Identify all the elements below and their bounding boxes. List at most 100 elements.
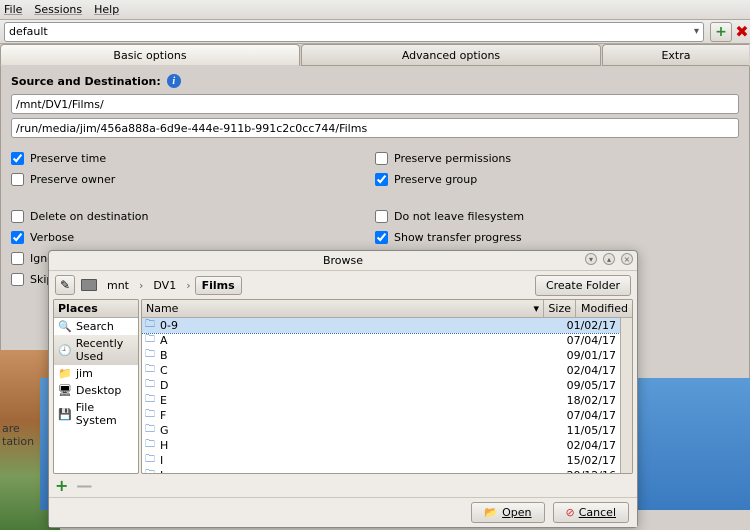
places-panel: Places 🔍Search🕘Recently Used 📁 jim 🖥 Desktop… (53, 299, 139, 474)
destination-path-input[interactable] (11, 118, 739, 138)
file-modified: 18/02/17 (564, 394, 620, 407)
place-icon: 💾 (58, 408, 72, 420)
column-header-name[interactable]: Name▾ (142, 300, 544, 317)
menu-help[interactable]: Help (94, 3, 119, 16)
file-name: J (158, 469, 532, 473)
places-item[interactable]: 💾 File System (54, 399, 138, 429)
info-icon[interactable]: i (167, 74, 181, 88)
file-row[interactable]: 🗀J 29/12/16 (142, 468, 620, 473)
dialog-titlebar: Browse ▾ ▴ × (49, 251, 637, 271)
tab-advanced-options[interactable]: Advanced options (301, 44, 601, 66)
tab-basic-options[interactable]: Basic options (0, 44, 300, 66)
file-modified: 07/04/17 (564, 334, 620, 347)
places-item[interactable]: 🔍Search (54, 318, 138, 335)
file-row[interactable]: 🗀G11/05/17 (142, 423, 620, 438)
file-name: D (158, 379, 532, 392)
file-modified: 29/12/16 (564, 469, 620, 473)
add-bookmark-button[interactable]: + (55, 476, 68, 495)
breadcrumb-seg-films[interactable]: Films (195, 276, 242, 295)
place-label: Search (76, 320, 114, 333)
open-button[interactable]: 📂Open (471, 502, 544, 523)
file-name: C (158, 364, 532, 377)
places-item[interactable]: 🕘Recently Used (54, 335, 138, 365)
folder-icon: 🗀 (142, 467, 158, 473)
file-name: B (158, 349, 532, 362)
file-modified: 11/05/17 (564, 424, 620, 437)
file-row[interactable]: 🗀F07/04/17 (142, 408, 620, 423)
file-name: 0-9 (158, 319, 532, 332)
add-profile-button[interactable]: + (710, 22, 732, 42)
file-name: G (158, 424, 532, 437)
check-delete-on-destination[interactable]: Delete on destination (11, 210, 375, 223)
drive-icon[interactable] (81, 279, 97, 291)
file-row[interactable]: 🗀B09/01/17 (142, 348, 620, 363)
breadcrumb-seg-mnt[interactable]: mnt (101, 277, 135, 294)
file-modified: 09/05/17 (564, 379, 620, 392)
file-row[interactable]: 🗀D09/05/17 (142, 378, 620, 393)
check-do-not-leave-filesystem[interactable]: Do not leave filesystem (375, 210, 739, 223)
place-label: Desktop (76, 384, 121, 397)
place-label: File System (76, 401, 134, 427)
scrollbar[interactable] (620, 318, 632, 473)
profile-select-value: default (9, 25, 48, 38)
place-icon: 📁 (58, 368, 72, 380)
file-list[interactable]: 🗀0-901/02/17🗀A07/04/17🗀B09/01/17🗀C02/04/… (142, 318, 620, 473)
menu-file[interactable]: File (4, 3, 22, 16)
breadcrumb: mnt DV1 Films (81, 276, 529, 295)
create-folder-button[interactable]: Create Folder (535, 275, 631, 296)
dialog-title: Browse (323, 254, 363, 267)
file-modified: 07/04/17 (564, 409, 620, 422)
places-item[interactable]: 📁 jim (54, 365, 138, 382)
cancel-button[interactable]: ⊘Cancel (553, 502, 629, 523)
browse-dialog: Browse ▾ ▴ × ✎ mnt DV1 Films Create Fold… (48, 250, 638, 528)
profile-select[interactable]: default (4, 22, 704, 42)
check-verbose[interactable]: Verbose (11, 231, 375, 244)
place-label: Recently Used (76, 337, 134, 363)
dialog-maximize-button[interactable]: ▴ (603, 253, 615, 265)
file-list-panel: Name▾ Size Modified 🗀0-901/02/17🗀A07/04/… (141, 299, 633, 474)
file-modified: 09/01/17 (564, 349, 620, 362)
file-modified: 15/02/17 (564, 454, 620, 467)
folder-open-icon: 📂 (484, 506, 498, 519)
profile-toolbar: default + ✖ (0, 20, 750, 44)
file-row[interactable]: 🗀E18/02/17 (142, 393, 620, 408)
source-path-input[interactable] (11, 94, 739, 114)
file-row[interactable]: 🗀0-901/02/17 (142, 318, 620, 333)
places-item[interactable]: 🖥 Desktop (54, 382, 138, 399)
place-label: jim (76, 367, 93, 380)
file-row[interactable]: 🗀A07/04/17 (142, 333, 620, 348)
file-name: A (158, 334, 532, 347)
check-preserve-owner[interactable]: Preserve owner (11, 173, 375, 186)
check-preserve-time[interactable]: Preserve time (11, 152, 375, 165)
section-title: Source and Destination: (11, 75, 161, 88)
cancel-icon: ⊘ (566, 506, 575, 519)
breadcrumb-seg-dv1[interactable]: DV1 (147, 277, 182, 294)
tab-extra[interactable]: Extra (602, 44, 749, 66)
desktop-icon-label: aretation (2, 422, 34, 448)
file-row[interactable]: 🗀H02/04/17 (142, 438, 620, 453)
file-name: F (158, 409, 532, 422)
check-preserve-permissions[interactable]: Preserve permissions (375, 152, 739, 165)
check-show-transfer-progress[interactable]: Show transfer progress (375, 231, 739, 244)
edit-path-button[interactable]: ✎ (55, 275, 75, 295)
menu-sessions[interactable]: Sessions (34, 3, 82, 16)
places-header: Places (54, 300, 138, 318)
remove-bookmark-button: — (76, 476, 92, 495)
column-header-modified[interactable]: Modified (576, 300, 632, 317)
column-header-size[interactable]: Size (544, 300, 576, 317)
file-row[interactable]: 🗀I15/02/17 (142, 453, 620, 468)
dialog-close-button[interactable]: × (621, 253, 633, 265)
dialog-minimize-button[interactable]: ▾ (585, 253, 597, 265)
file-modified: 01/02/17 (564, 319, 620, 332)
menubar: File Sessions Help (0, 0, 750, 20)
file-row[interactable]: 🗀C02/04/17 (142, 363, 620, 378)
tab-bar: Basic options Advanced options Extra (0, 44, 750, 66)
delete-profile-button[interactable]: ✖ (738, 23, 746, 41)
file-name: E (158, 394, 532, 407)
sort-indicator-icon: ▾ (533, 302, 539, 315)
check-preserve-group[interactable]: Preserve group (375, 173, 739, 186)
place-icon: 🖥 (58, 385, 72, 397)
file-modified: 02/04/17 (564, 439, 620, 452)
file-name: I (158, 454, 532, 467)
file-modified: 02/04/17 (564, 364, 620, 377)
